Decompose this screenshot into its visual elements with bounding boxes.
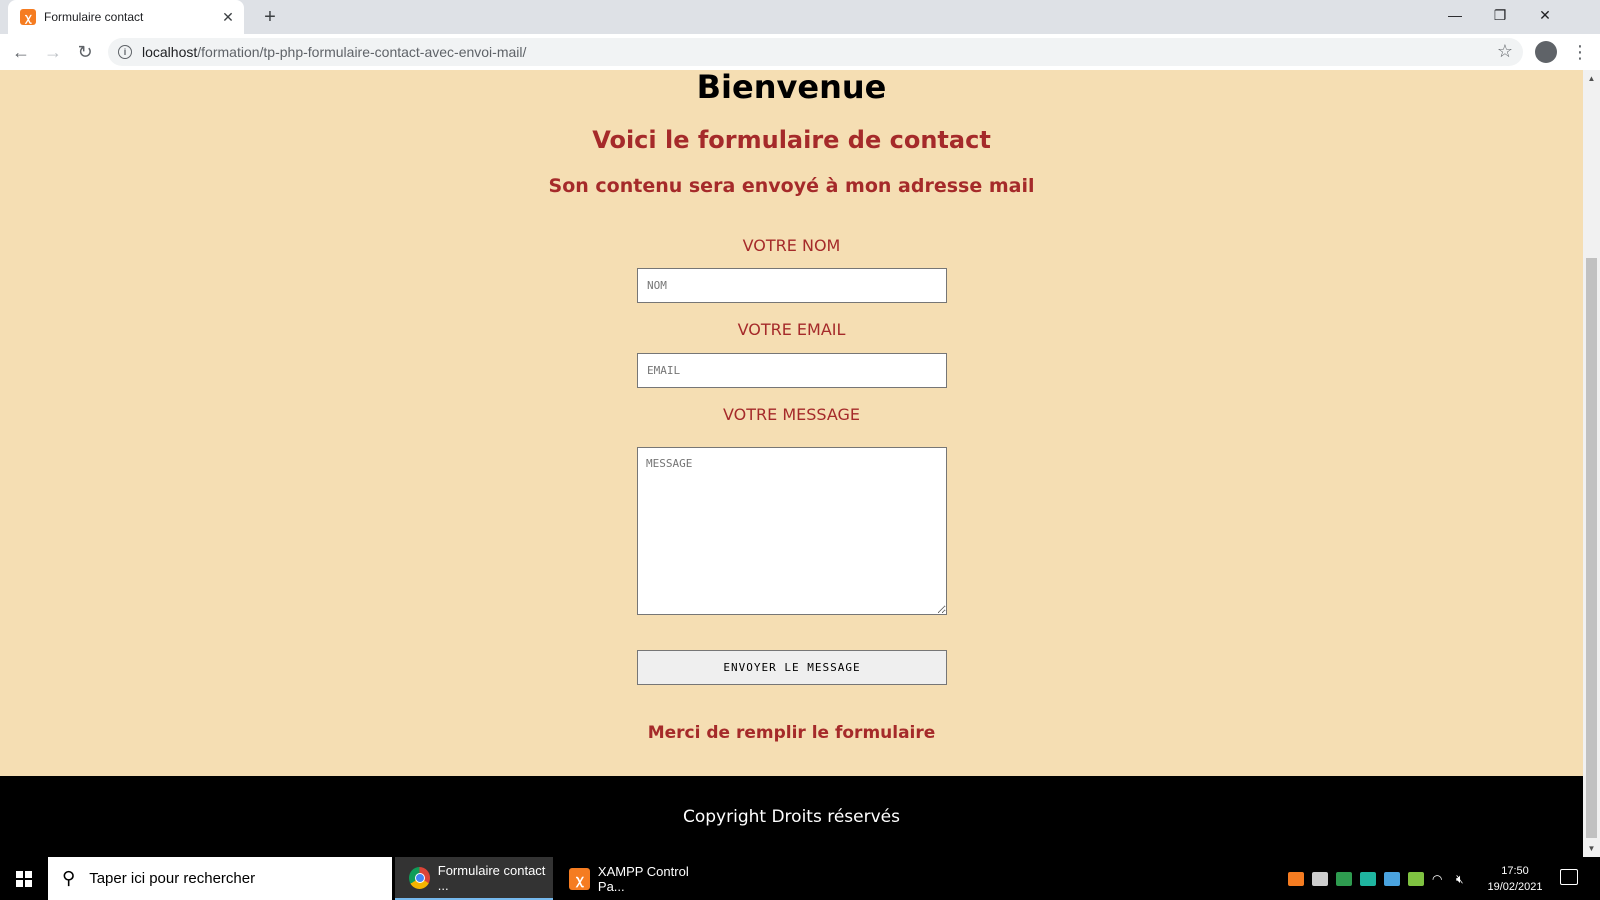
taskbar-app-chrome-label: Formulaire contact ... <box>437 862 546 893</box>
email-label: VOTRE EMAIL <box>737 320 846 339</box>
xampp-favicon-icon: ꭓ <box>20 9 36 25</box>
bookmark-star-icon[interactable]: ☆ <box>1497 41 1513 62</box>
windows-taskbar: ⚲ Taper ici pour rechercher Formulaire c… <box>0 857 1600 900</box>
taskbar-search-placeholder: Taper ici pour rechercher <box>89 870 256 887</box>
taskbar-app-xampp[interactable]: ꭓ XAMPP Control Pa... <box>555 857 713 900</box>
url-host: localhost <box>142 44 198 60</box>
form-hint-text: Merci de remplir le formulaire <box>647 723 936 743</box>
start-button[interactable] <box>0 857 48 900</box>
scroll-up-arrow-icon[interactable]: ▲ <box>1583 70 1600 87</box>
back-arrow-icon[interactable]: ← <box>9 40 33 64</box>
notification-center-icon[interactable] <box>1560 869 1578 885</box>
volume-muted-icon[interactable]: 🔇︎ <box>1456 872 1472 886</box>
page-title: Bienvenue <box>696 70 887 106</box>
search-icon: ⚲ <box>62 868 76 888</box>
close-window-icon[interactable]: ✕ <box>1522 0 1568 30</box>
network-app-tray-icon[interactable] <box>1384 871 1400 886</box>
address-bar[interactable]: i localhost/formation/tp-php-formulaire-… <box>108 38 1523 66</box>
page-description: Son contenu sera envoyé à mon adresse ma… <box>548 175 1035 197</box>
taskbar-clock[interactable]: 17:50 19/02/2021 <box>1475 863 1555 895</box>
security-tray-icon[interactable] <box>1336 871 1352 886</box>
message-label: VOTRE MESSAGE <box>722 405 861 424</box>
profile-avatar-icon[interactable] <box>1535 41 1557 63</box>
page-scrollbar[interactable]: ▲ ▼ <box>1583 70 1600 857</box>
windows-logo-icon <box>16 870 32 887</box>
copyright-text: Copyright Droits réservés <box>683 807 900 827</box>
xampp-icon: ꭓ <box>569 867 590 890</box>
page-subtitle: Voici le formulaire de contact <box>592 126 991 154</box>
xampp-tray-icon[interactable] <box>1288 871 1304 886</box>
restore-window-icon[interactable]: ❐ <box>1477 0 1523 30</box>
taskbar-search-box[interactable]: ⚲ Taper ici pour rechercher <box>48 857 392 900</box>
message-textarea[interactable] <box>637 447 947 615</box>
app-tray-icon[interactable] <box>1360 871 1376 886</box>
battery-tray-icon[interactable] <box>1312 871 1328 886</box>
url-path: /formation/tp-php-formulaire-contact-ave… <box>197 44 527 60</box>
send-message-button[interactable]: ENVOYER LE MESSAGE <box>637 650 947 685</box>
page-viewport: Bienvenue Voici le formulaire de contact… <box>0 70 1583 857</box>
system-tray: ◠ 🔇︎ <box>1288 857 1480 900</box>
name-input[interactable] <box>637 268 947 303</box>
browser-menu-icon[interactable]: ⋮ <box>1570 40 1590 64</box>
new-tab-plus-icon[interactable]: + <box>258 5 282 29</box>
browser-tab[interactable]: ꭓ Formulaire contact ✕ <box>8 0 244 34</box>
tab-title: Formulaire contact <box>44 10 144 24</box>
taskbar-app-chrome[interactable]: Formulaire contact ... <box>395 857 553 900</box>
email-input[interactable] <box>637 353 947 388</box>
tab-close-icon[interactable]: ✕ <box>220 9 236 25</box>
scrollbar-thumb[interactable] <box>1586 258 1597 838</box>
chrome-icon <box>409 866 430 889</box>
sync-tray-icon[interactable] <box>1408 871 1424 886</box>
scroll-down-arrow-icon[interactable]: ▼ <box>1583 840 1600 857</box>
site-info-icon[interactable]: i <box>118 45 132 59</box>
reload-icon[interactable]: ↻ <box>73 40 97 64</box>
forward-arrow-icon[interactable]: → <box>41 40 65 64</box>
taskbar-app-xampp-label: XAMPP Control Pa... <box>597 863 689 894</box>
page-footer: Copyright Droits réservés <box>0 776 1583 857</box>
browser-toolbar: ← → ↻ i localhost/formation/tp-php-formu… <box>0 34 1600 70</box>
clock-time: 17:50 <box>1501 865 1529 877</box>
minimize-window-icon[interactable]: — <box>1432 0 1478 30</box>
browser-tabstrip: ꭓ Formulaire contact ✕ + — ❐ ✕ <box>0 0 1600 34</box>
clock-date: 19/02/2021 <box>1487 881 1543 893</box>
wifi-icon[interactable]: ◠ <box>1432 872 1448 886</box>
name-label: VOTRE NOM <box>742 236 841 255</box>
